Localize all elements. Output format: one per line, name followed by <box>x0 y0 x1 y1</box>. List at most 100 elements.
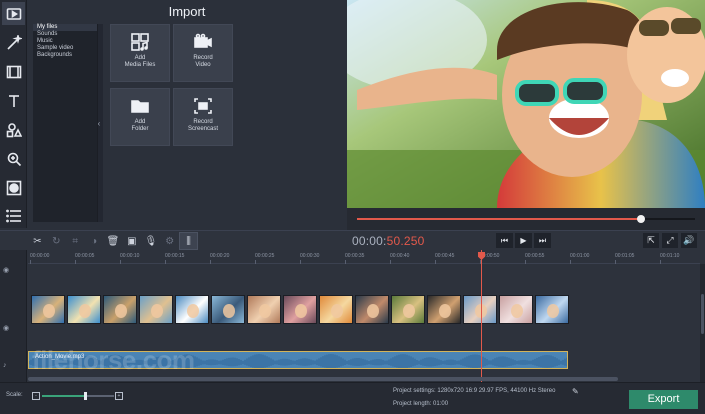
edit-toolbar: ✂ ↻ ⌗ ◑ 🗑 ▣ 🎙 ⚙ ⫼ 00:00:50.250 ⏮ ▶ ⏭ ⇱ ⤢… <box>0 230 705 250</box>
ruler-tick: 00:00:05 <box>75 253 95 264</box>
video-clip[interactable] <box>67 295 101 324</box>
tree-item-sample-video[interactable]: Sample video <box>33 45 97 52</box>
ruler-tick: 00:00:35 <box>345 253 365 264</box>
ruler-tick: 00:00:55 <box>525 253 545 264</box>
cut-icon[interactable]: ✂ <box>28 232 47 250</box>
timeline-horizontal-scrollbar[interactable] <box>28 377 618 381</box>
scale-slider[interactable]: - + <box>32 391 124 401</box>
text-track-visibility-icon[interactable]: ◉ <box>3 266 9 274</box>
zoom-icon[interactable] <box>2 147 25 170</box>
scale-slider-handle[interactable] <box>84 392 87 400</box>
time-ruler[interactable]: 00:00:00 00:00:05 00:00:10 00:00:15 00:00:20… <box>28 250 700 264</box>
record-screencast-label-2: Screencast <box>187 126 218 132</box>
color-adjust-icon[interactable]: ◑ <box>85 232 104 250</box>
record-video-button[interactable]: Record Video <box>173 24 233 82</box>
seek-handle[interactable] <box>636 215 645 223</box>
video-preview[interactable] <box>347 0 705 208</box>
video-clip[interactable] <box>247 295 281 324</box>
tree-item-sounds[interactable]: Sounds <box>33 31 97 38</box>
stickers-icon[interactable] <box>2 118 25 141</box>
clip-properties-icon[interactable]: ⚙ <box>160 232 179 250</box>
video-clip[interactable] <box>283 295 317 324</box>
project-settings: Project settings: 1280x720 16:9 29.97 FP… <box>393 388 556 394</box>
video-clip[interactable] <box>499 295 533 324</box>
insert-image-icon[interactable]: ▣ <box>122 232 141 250</box>
ruler-tick: 00:01:05 <box>615 253 635 264</box>
add-folder-label-1: Add <box>134 119 146 125</box>
timecode: 00:00:50.250 <box>352 234 424 248</box>
seek-bar[interactable] <box>357 215 695 223</box>
video-clip[interactable] <box>391 295 425 324</box>
timecode-prefix: 00:00: <box>352 234 387 248</box>
microphone-icon[interactable]: 🎙 <box>141 232 160 250</box>
left-toolbar <box>0 0 27 228</box>
previous-icon[interactable]: ⏮ <box>496 233 513 248</box>
timeline-vertical-scrollbar[interactable] <box>700 264 705 382</box>
record-video-label-2: Video <box>195 62 211 68</box>
video-clip[interactable] <box>31 295 65 324</box>
ruler-tick: 00:00:45 <box>435 253 455 264</box>
add-media-files-button[interactable]: Add Media Files <box>110 24 170 82</box>
timecode-time: 50.250 <box>386 234 425 248</box>
video-clip[interactable] <box>355 295 389 324</box>
filters-icon[interactable] <box>2 60 25 83</box>
ruler-tick: 00:00:20 <box>210 253 230 264</box>
playhead[interactable] <box>481 250 482 382</box>
project-length: Project length: 01:00 <box>393 401 449 407</box>
fullscreen-icon[interactable]: ⤢ <box>662 233 678 248</box>
zoom-in-icon[interactable]: + <box>115 392 123 400</box>
bottom-bar: Scale: - + Project settings: 1280x720 16… <box>0 382 705 414</box>
file-tree: My files Sounds Music Sample video Backg… <box>33 24 97 222</box>
video-track-visibility-icon[interactable]: ◉ <box>3 324 9 332</box>
collapse-panel-icon[interactable]: ‹ <box>96 118 102 130</box>
rotate-icon[interactable]: ↻ <box>47 232 66 250</box>
video-clip[interactable] <box>463 295 497 324</box>
play-icon[interactable]: ▶ <box>515 233 532 248</box>
video-clip[interactable] <box>427 295 461 324</box>
detach-player-icon[interactable]: ⇱ <box>643 233 659 248</box>
export-button[interactable]: Export <box>629 390 698 409</box>
record-screencast-label-1: Record <box>193 119 213 125</box>
video-clip[interactable] <box>535 295 569 324</box>
video-clip[interactable] <box>211 295 245 324</box>
import-icon[interactable] <box>2 2 25 25</box>
text-track[interactable] <box>28 268 700 288</box>
next-icon[interactable]: ⏭ <box>534 233 551 248</box>
edit-settings-icon[interactable]: ✎ <box>572 387 579 396</box>
folder-icon <box>131 100 149 113</box>
equalizer-icon[interactable]: ⫼ <box>179 232 199 250</box>
ruler-tick: 00:00:15 <box>165 253 185 264</box>
delete-icon[interactable]: 🗑 <box>104 232 123 250</box>
preview-frame-image <box>347 0 705 208</box>
zoom-out-icon[interactable]: - <box>32 392 40 400</box>
add-media-label-1: Add <box>134 55 146 61</box>
audio-track-icon[interactable]: ♪ <box>3 362 7 369</box>
add-folder-button[interactable]: Add Folder <box>110 88 170 146</box>
add-media-label-2: Media Files <box>124 62 156 68</box>
record-screencast-button[interactable]: Record Screencast <box>173 88 233 146</box>
overlay-icon[interactable] <box>2 176 25 199</box>
volume-icon[interactable]: 🔊 <box>681 233 697 248</box>
transport-controls: ⏮ ▶ ⏭ <box>496 233 551 248</box>
tree-item-music[interactable]: Music <box>33 38 97 45</box>
screencast-icon <box>194 98 212 114</box>
magic-wand-icon[interactable] <box>2 31 25 54</box>
crop-icon[interactable]: ⌗ <box>66 232 85 250</box>
tree-item-backgrounds[interactable]: Backgrounds <box>33 52 97 59</box>
titles-icon[interactable] <box>2 89 25 112</box>
video-clip[interactable] <box>175 295 209 324</box>
track-headers: ◉ ◉ ♪ <box>0 250 27 382</box>
more-icon[interactable] <box>2 204 25 227</box>
video-clip[interactable] <box>139 295 173 324</box>
video-clip[interactable] <box>103 295 137 324</box>
player-extra-controls: ⇱ ⤢ 🔊 <box>643 233 697 248</box>
video-clip[interactable] <box>319 295 353 324</box>
import-title: Import <box>168 4 206 19</box>
ruler-tick: 00:01:00 <box>570 253 590 264</box>
ruler-tick: 00:00:25 <box>255 253 275 264</box>
ruler-tick: 00:00:30 <box>300 253 320 264</box>
tree-item-my-files[interactable]: My files <box>33 24 97 31</box>
seek-progress <box>357 218 641 220</box>
add-folder-label-2: Folder <box>131 126 149 132</box>
video-track[interactable] <box>28 292 700 326</box>
